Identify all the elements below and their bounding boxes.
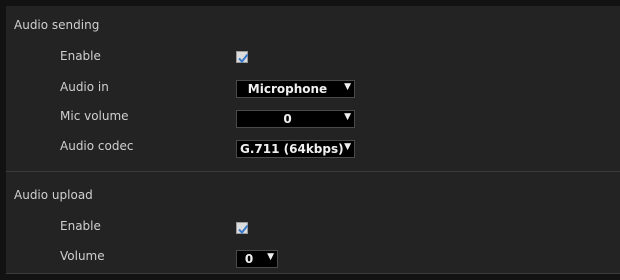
dropdown-arrow-icon: ▼ xyxy=(344,142,351,152)
audio-upload-enable-label: Enable xyxy=(60,219,101,233)
audio-in-label: Audio in xyxy=(60,80,109,94)
volume-value: 0 xyxy=(244,252,254,266)
audio-codec-label: Audio codec xyxy=(60,139,134,153)
audio-upload-enable-checkbox[interactable] xyxy=(236,222,249,235)
dropdown-arrow-icon: ▼ xyxy=(344,112,351,122)
audio-sending-enable-checkbox[interactable] xyxy=(236,51,249,64)
dropdown-arrow-icon: ▼ xyxy=(267,252,274,262)
mic-volume-label: Mic volume xyxy=(60,109,129,123)
checkmark-icon xyxy=(238,53,249,64)
section-divider xyxy=(6,171,620,172)
audio-codec-value: G.711 (64kbps) xyxy=(240,142,344,156)
dropdown-arrow-icon: ▼ xyxy=(344,82,351,92)
mic-volume-value: 0 xyxy=(283,112,292,126)
checkmark-icon xyxy=(238,224,249,235)
audio-upload-title: Audio upload xyxy=(14,188,93,202)
volume-select[interactable]: 0 ▼ xyxy=(236,250,278,268)
audio-in-value: Microphone xyxy=(247,82,328,96)
bottom-divider xyxy=(6,273,620,274)
audio-sending-enable-label: Enable xyxy=(60,49,101,63)
mic-volume-select[interactable]: 0 ▼ xyxy=(236,110,355,128)
audio-sending-title: Audio sending xyxy=(14,18,100,32)
audio-in-select[interactable]: Microphone ▼ xyxy=(236,80,355,98)
volume-label: Volume xyxy=(60,249,105,263)
audio-codec-select[interactable]: G.711 (64kbps) ▼ xyxy=(236,140,355,158)
